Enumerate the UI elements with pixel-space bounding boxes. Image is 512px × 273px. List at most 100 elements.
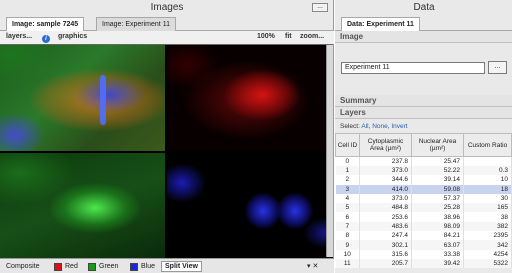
table-row[interactable]: 8 247.4 84.21 2395 (335, 231, 512, 241)
table-cell: 315.6 (359, 249, 412, 259)
table-cell: 8 (335, 231, 360, 241)
table-cell: 484.8 (359, 203, 412, 213)
col-cell-id[interactable]: Cell ID (335, 133, 360, 157)
image-name-field[interactable]: Experiment 11 (341, 62, 485, 74)
tab-green[interactable]: Green (88, 261, 118, 272)
table-cell: 11 (335, 258, 360, 269)
table-cell: 39.42 (411, 258, 464, 269)
tab-image-experiment[interactable]: Image: Experiment 11 (96, 17, 176, 31)
table-cell: 5322 (463, 258, 512, 269)
table-cell: 0.3 (463, 166, 512, 176)
image-tabs: Image: sample 7245 Image: Experiment 11 … (0, 17, 333, 44)
table-cell: 3 (335, 184, 360, 194)
col-custom-ratio[interactable]: Custom Ratio (463, 133, 512, 157)
table-cell: 253.6 (359, 212, 412, 222)
blue-swatch-icon (130, 262, 138, 271)
tab-blue[interactable]: Blue (130, 261, 155, 272)
table-cell: 38.96 (411, 212, 464, 222)
layers-table: Cell ID Cytoplasmic Area (µm²) Nuclear A… (335, 133, 512, 269)
table-row[interactable]: 1 373.0 52.22 0.3 (335, 166, 512, 176)
table-cell: 25.47 (411, 156, 464, 166)
table-cell: 373.0 (359, 166, 412, 176)
app-window: Images ... Image: sample 7245 Image: Exp… (0, 0, 512, 273)
data-panel: Data Data: Experiment 11 Image Experimen… (335, 0, 512, 273)
layers-menu[interactable]: layers... (6, 33, 32, 40)
green-channel-quadrant (0, 153, 165, 259)
images-panel-menu-button[interactable]: ... (312, 3, 328, 12)
table-row[interactable]: 5 484.8 25.28 165 (335, 203, 512, 213)
table-cell: 382 (463, 221, 512, 232)
table-cell: 59.08 (411, 184, 464, 194)
table-cell: 18 (463, 184, 512, 194)
table-row[interactable]: 2 344.6 39.14 10 (335, 175, 512, 185)
channel-tabs: Composite Red Green Blue Split View ▾ ✕ (0, 258, 334, 273)
table-row[interactable]: 11 205.7 39.42 5322 (335, 258, 512, 269)
graphics-menu[interactable]: graphics (58, 33, 87, 40)
table-cell: 10 (335, 249, 360, 259)
green-swatch-icon (88, 262, 96, 271)
table-cell: 4254 (463, 249, 512, 259)
table-cell: 0 (335, 156, 360, 166)
table-cell: 98.09 (411, 221, 464, 232)
image-section-header[interactable]: Image (335, 31, 512, 43)
table-row[interactable]: 4 373.0 57.37 30 (335, 193, 512, 204)
select-links: Select: All, None, Invert (340, 123, 408, 130)
table-cell (463, 156, 512, 166)
table-cell: 63.07 (411, 240, 464, 250)
table-row[interactable]: 6 253.6 38.96 38 (335, 212, 512, 222)
table-cell: 9 (335, 240, 360, 250)
col-nuclear-area[interactable]: Nuclear Area (µm²) (411, 133, 464, 157)
table-cell: 7 (335, 221, 360, 232)
col-cytoplasmic-area[interactable]: Cytoplasmic Area (µm²) (359, 133, 412, 157)
select-none-link[interactable]: None (372, 123, 388, 130)
table-row[interactable]: 9 302.1 63.07 342 (335, 240, 512, 250)
table-row[interactable]: 0 237.8 25.47 (335, 156, 512, 166)
table-cell: 5 (335, 203, 360, 213)
table-cell: 38 (463, 212, 512, 222)
table-cell: 237.8 (359, 156, 412, 166)
data-panel-title: Data (413, 2, 435, 13)
tab-data-experiment[interactable]: Data: Experiment 11 (341, 17, 420, 32)
browse-image-button[interactable]: ... (488, 61, 507, 74)
image-toolbar: layers... i graphics 100% fit zoom... (0, 31, 334, 44)
table-cell: 4 (335, 193, 360, 204)
table-cell: 25.28 (411, 203, 464, 213)
red-channel-quadrant (167, 45, 332, 151)
table-cell: 165 (463, 203, 512, 213)
table-cell: 483.6 (359, 221, 412, 232)
table-cell: 30 (463, 193, 512, 204)
table-cell: 1 (335, 166, 360, 176)
table-cell: 2395 (463, 231, 512, 241)
select-invert-link[interactable]: Invert (391, 123, 407, 130)
table-row[interactable]: 7 483.6 98.09 382 (335, 221, 512, 232)
tab-red[interactable]: Red (54, 261, 78, 272)
layers-section-header[interactable]: Layers (335, 107, 512, 119)
table-row[interactable]: 10 315.6 33.38 4254 (335, 249, 512, 259)
composite-quadrant (0, 45, 165, 151)
viewer-scrollbar[interactable] (326, 45, 333, 257)
table-cell: 373.0 (359, 193, 412, 204)
table-cell: 344.6 (359, 175, 412, 185)
red-swatch-icon (54, 262, 62, 271)
tab-split-view[interactable]: Split View (161, 261, 202, 272)
channel-tab-arrows-icon[interactable]: ▾ ✕ (307, 262, 318, 270)
summary-section-header[interactable]: Summary (335, 95, 512, 107)
table-cell: 39.14 (411, 175, 464, 185)
table-cell: 52.22 (411, 166, 464, 176)
table-cell: 205.7 (359, 258, 412, 269)
zoom-percent[interactable]: 100% (257, 33, 275, 40)
table-cell: 247.4 (359, 231, 412, 241)
images-panel: Images ... Image: sample 7245 Image: Exp… (0, 0, 334, 273)
blue-channel-quadrant (167, 153, 332, 259)
fit-button[interactable]: fit (285, 33, 292, 40)
select-all-link[interactable]: All (361, 123, 368, 130)
table-cell: 302.1 (359, 240, 412, 250)
data-tabs: Data: Experiment 11 (335, 17, 512, 32)
tab-image-sample[interactable]: Image: sample 7245 (6, 17, 85, 32)
table-row[interactable]: 3 414.0 59.08 18 (335, 184, 512, 194)
tab-composite[interactable]: Composite (6, 261, 39, 272)
image-viewer[interactable] (0, 44, 333, 259)
zoom-menu[interactable]: zoom... (300, 33, 324, 40)
table-cell: 10 (463, 175, 512, 185)
table-cell: 414.0 (359, 184, 412, 194)
